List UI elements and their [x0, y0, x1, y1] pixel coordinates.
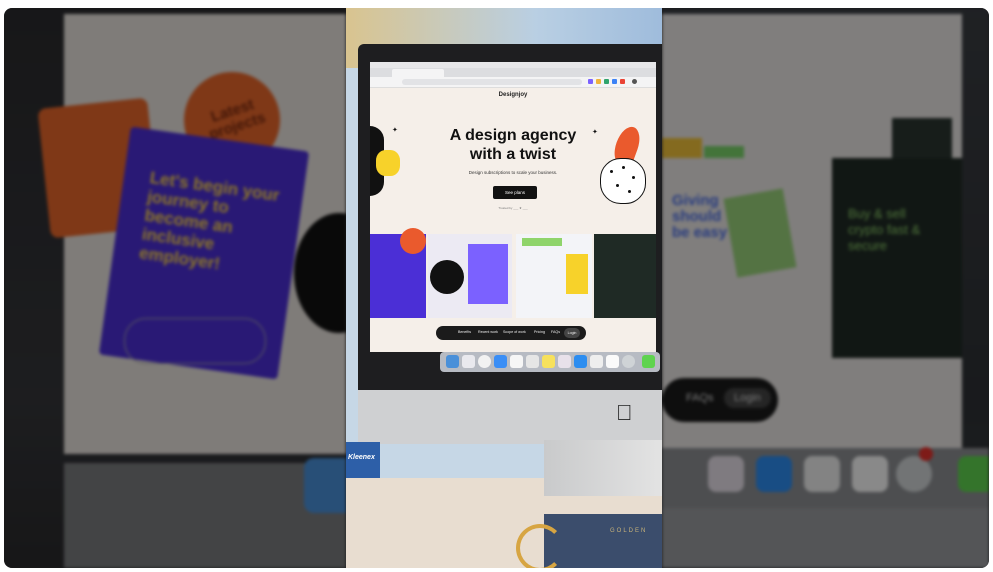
tissue-label: Kleenex: [348, 454, 375, 461]
notebook-label: GOLDEN: [610, 528, 648, 534]
dot: [616, 184, 619, 187]
video-frame: Latest projects Let's begin your journey…: [4, 8, 989, 568]
website-screen: Designjoy ✦ ✦ A design agency with a twi…: [370, 62, 656, 352]
dim-overlay: [662, 8, 989, 568]
center-photo: Designjoy ✦ ✦ A design agency with a twi…: [346, 8, 662, 568]
nav-login-button[interactable]: Login: [564, 328, 580, 338]
thumb-green-bar: [522, 238, 562, 246]
nav-recent-work[interactable]: Recent work: [478, 330, 498, 334]
trust-line: Trusted by ___ ★ ___: [498, 206, 528, 210]
thumb-phone: [468, 244, 508, 304]
headline-line-1: A design agency: [449, 127, 577, 144]
dotted-blob: [600, 158, 646, 204]
imac-stand: [544, 440, 662, 496]
finder-icon[interactable]: [446, 355, 459, 368]
dim-overlay: [4, 8, 346, 568]
blurred-right-background: Giving should be easy Buy & sell crypto …: [662, 8, 989, 568]
chrome-icon[interactable]: [478, 355, 491, 368]
extension-icon[interactable]: [604, 79, 609, 84]
slack-icon[interactable]: [590, 355, 603, 368]
dot: [622, 166, 625, 169]
notes-icon[interactable]: [542, 355, 555, 368]
app-store-icon[interactable]: [574, 355, 587, 368]
headline-line-2: with a twist: [469, 146, 557, 163]
freeform-icon[interactable]: [558, 355, 571, 368]
nav-benefits[interactable]: Benefits: [458, 330, 471, 334]
photos-icon[interactable]: [510, 355, 523, 368]
address-bar[interactable]: [402, 79, 582, 85]
calendar-icon[interactable]: [526, 355, 539, 368]
notebook-spiral: [516, 524, 564, 568]
extension-icon[interactable]: [596, 79, 601, 84]
extension-icon[interactable]: [588, 79, 593, 84]
browser-tab[interactable]: [392, 69, 444, 77]
thumb-crypto[interactable]: [594, 234, 656, 318]
profile-icon[interactable]: [632, 79, 637, 84]
extension-icon[interactable]: [612, 79, 617, 84]
messages-icon[interactable]: [642, 355, 655, 368]
hero-headline: A design agency with a twist: [370, 126, 656, 164]
dot: [628, 190, 631, 193]
system-settings-icon[interactable]: [622, 355, 635, 368]
launchpad-icon[interactable]: [462, 355, 475, 368]
thumb-tiles: [566, 254, 588, 294]
hero-subheadline: Design subscriptions to scale your busin…: [468, 170, 558, 175]
nav-faqs[interactable]: FAQs: [551, 330, 560, 334]
dot: [632, 176, 635, 179]
apple-logo-icon: : [616, 400, 633, 426]
orange-badge: [400, 228, 426, 254]
site-logo[interactable]: Designjoy: [370, 92, 656, 98]
thumb-ball: [430, 260, 464, 294]
nav-pricing[interactable]: Pricing: [534, 330, 545, 334]
extension-icon[interactable]: [620, 79, 625, 84]
see-plans-button[interactable]: See plans: [493, 186, 537, 199]
mail-icon[interactable]: [494, 355, 507, 368]
nav-scope-of-work[interactable]: Scope of work: [503, 330, 526, 334]
blurred-left-background: Latest projects Let's begin your journey…: [4, 8, 346, 568]
notion-icon[interactable]: [606, 355, 619, 368]
